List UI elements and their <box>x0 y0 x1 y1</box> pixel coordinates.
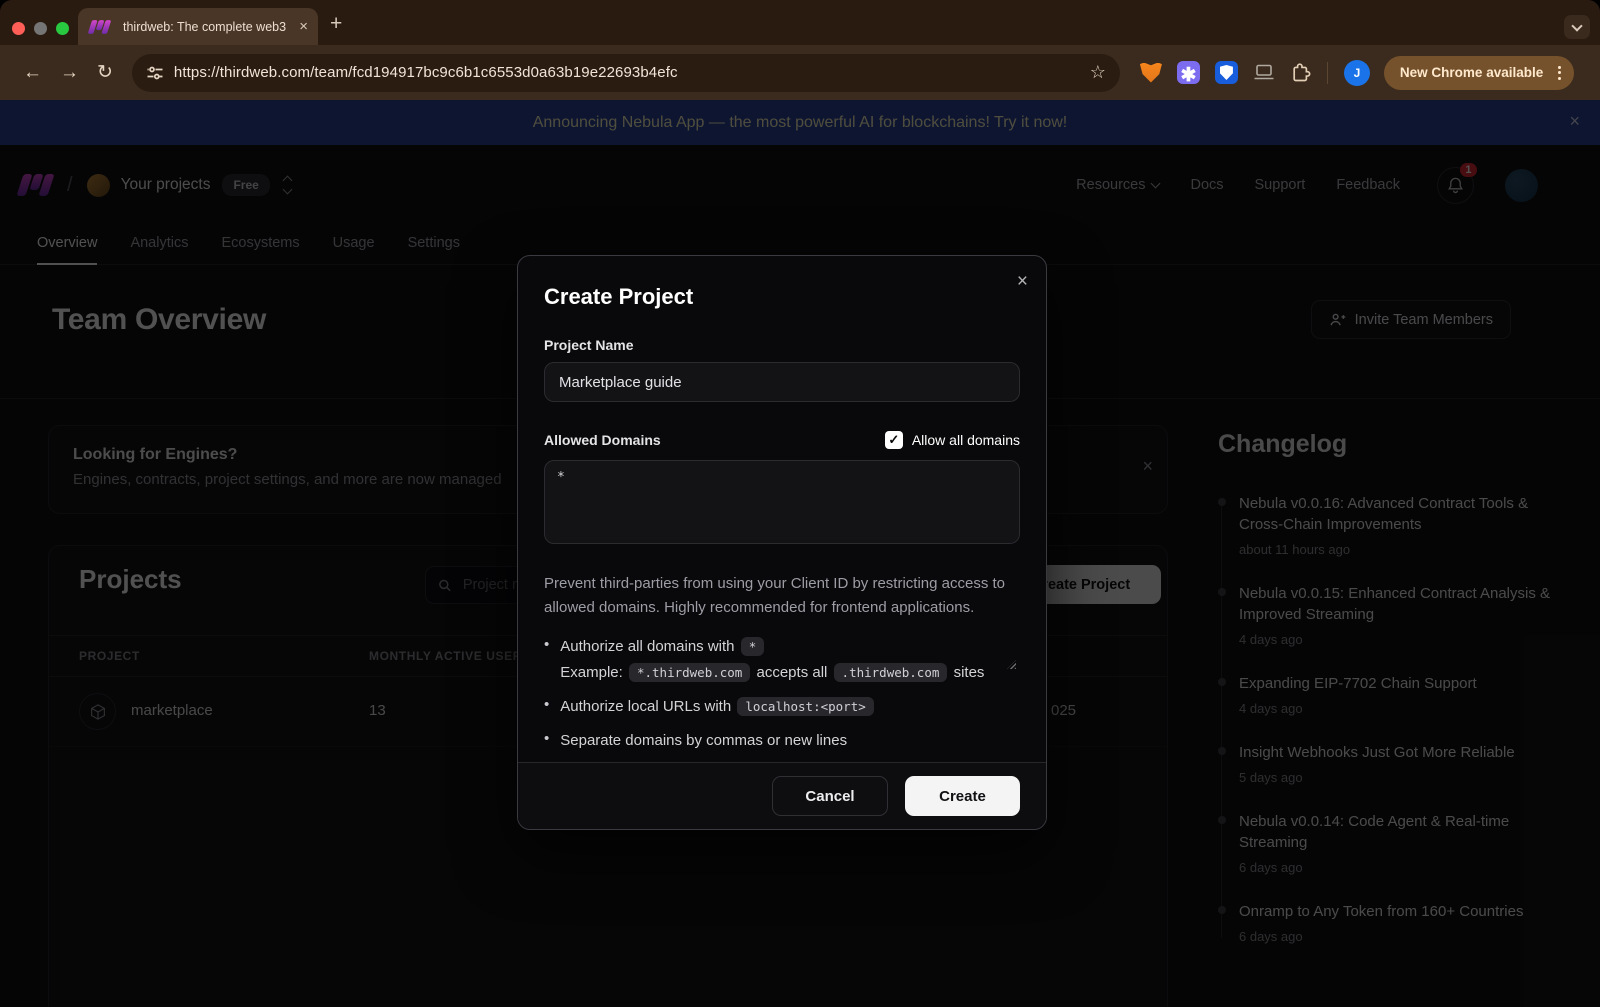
code-chip: localhost:<port> <box>737 697 873 716</box>
window-controls <box>12 22 69 35</box>
bullet-icon: • <box>544 728 549 754</box>
browser-toolbar: ← → ↻ https://thirdweb.com/team/fcd19491… <box>0 45 1600 100</box>
chrome-update-label: New Chrome available <box>1400 65 1543 80</box>
create-button[interactable]: Create <box>905 776 1020 816</box>
create-project-modal: × Create Project Project Name Allowed Do… <box>517 255 1047 830</box>
metamask-extension-icon[interactable] <box>1140 63 1162 83</box>
code-chip: *.thirdweb.com <box>629 663 750 682</box>
allow-all-domains-control[interactable]: ✓ Allow all domains <box>885 431 1020 449</box>
modal-body: Create Project Project Name Allowed Doma… <box>518 256 1046 762</box>
purple-extension-icon[interactable]: ✱ <box>1177 61 1200 84</box>
project-name-label: Project Name <box>544 337 1020 353</box>
browser-tab[interactable]: thirdweb: The complete web3 × <box>78 8 318 45</box>
domains-help-text: Prevent third-parties from using your Cl… <box>544 572 1020 620</box>
cancel-button[interactable]: Cancel <box>772 776 888 816</box>
laptop-extension-icon[interactable] <box>1253 64 1275 81</box>
forward-button[interactable]: → <box>60 63 79 82</box>
site-settings-icon[interactable] <box>146 64 164 82</box>
extension-icons: ✱ <box>1140 61 1311 84</box>
chrome-update-button[interactable]: New Chrome available <box>1384 56 1574 90</box>
allowed-domains-textarea[interactable]: * <box>544 460 1020 544</box>
bitwarden-extension-icon[interactable] <box>1215 61 1238 84</box>
allow-all-domains-label[interactable]: Allow all domains <box>912 432 1020 448</box>
list-item: • Authorize local URLs with localhost:<p… <box>544 694 1020 720</box>
allow-all-domains-checkbox[interactable]: ✓ <box>885 431 903 449</box>
project-name-field[interactable] <box>544 362 1020 402</box>
extensions-puzzle-icon[interactable] <box>1290 62 1311 83</box>
modal-title: Create Project <box>544 284 1020 310</box>
zoom-window-button[interactable] <box>56 22 69 35</box>
allowed-domains-label: Allowed Domains <box>544 432 661 448</box>
bullet-icon: • <box>544 634 549 686</box>
close-window-button[interactable] <box>12 22 25 35</box>
url-text[interactable]: https://thirdweb.com/team/fcd194917bc9c6… <box>174 64 1080 81</box>
reload-button[interactable]: ↻ <box>97 63 113 82</box>
modal-close-icon[interactable]: × <box>1017 272 1028 291</box>
code-chip: * <box>741 637 765 656</box>
tab-title: thirdweb: The complete web3 <box>123 20 291 34</box>
back-button[interactable]: ← <box>23 63 42 82</box>
list-item: • Separate domains by commas or new line… <box>544 728 1020 754</box>
list-item: • Authorize all domains with * Example: … <box>544 634 1020 686</box>
browser-menu-icon[interactable] <box>1553 66 1566 80</box>
page-viewport: Announcing Nebula App — the most powerfu… <box>0 100 1600 1007</box>
allowed-domains-row: Allowed Domains ✓ Allow all domains <box>544 431 1020 449</box>
address-bar[interactable]: https://thirdweb.com/team/fcd194917bc9c6… <box>132 54 1120 92</box>
modal-footer: Cancel Create <box>518 762 1046 829</box>
browser-window: thirdweb: The complete web3 × + ← → ↻ ht… <box>0 0 1600 1007</box>
tab-strip: thirdweb: The complete web3 × + <box>0 0 1600 45</box>
toolbar-divider <box>1327 62 1328 84</box>
domains-hint-list: • Authorize all domains with * Example: … <box>544 634 1020 754</box>
minimize-window-button[interactable] <box>34 22 47 35</box>
browser-profile-avatar[interactable]: J <box>1344 60 1370 86</box>
thirdweb-favicon <box>88 20 112 34</box>
bookmark-star-icon[interactable]: ☆ <box>1090 62 1106 83</box>
tab-close-icon[interactable]: × <box>299 19 308 34</box>
bullet-icon: • <box>544 694 549 720</box>
shield-icon <box>1220 65 1233 80</box>
chevron-down-icon <box>1571 20 1582 31</box>
tab-search-button[interactable] <box>1564 15 1590 39</box>
code-chip: .thirdweb.com <box>834 663 948 682</box>
new-tab-button[interactable]: + <box>330 12 342 36</box>
